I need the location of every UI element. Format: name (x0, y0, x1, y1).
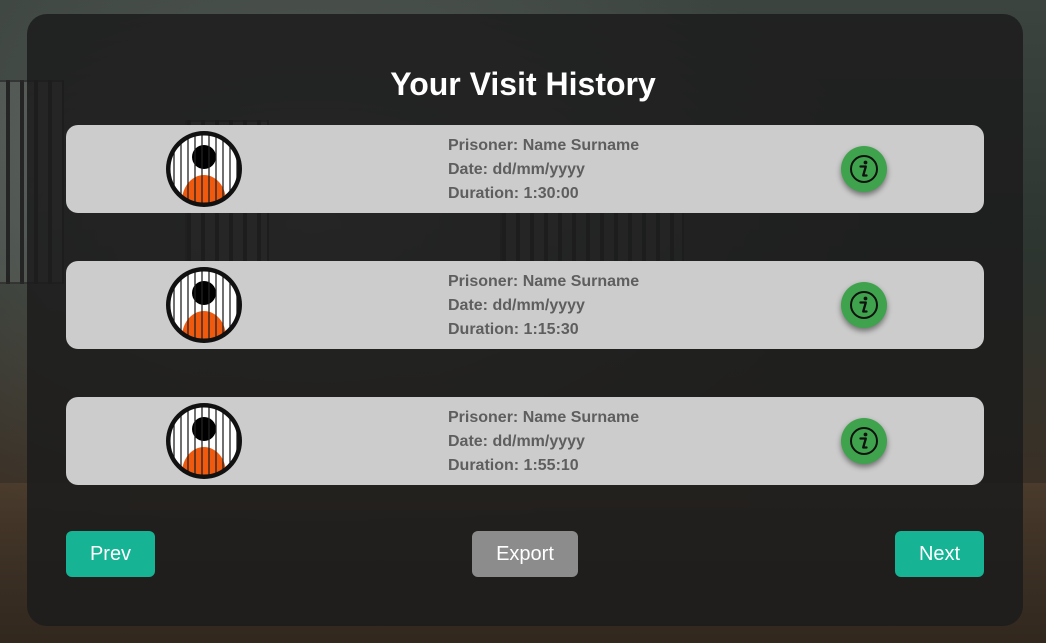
visit-card: Prisoner: Name Surname Date: dd/mm/yyyy … (66, 397, 984, 485)
visit-date: Date: dd/mm/yyyy (448, 433, 585, 450)
visit-duration: Duration: 1:55:10 (448, 457, 579, 474)
visit-duration: Duration: 1:15:30 (448, 321, 579, 338)
prisoner-name: Prisoner: Name Surname (448, 409, 640, 426)
info-button[interactable] (841, 418, 887, 464)
visit-details: Prisoner: Name Surname Date: dd/mm/yyyy … (448, 270, 639, 342)
page-title: Your Visit History (390, 66, 656, 102)
prisoner-avatar-icon (166, 403, 242, 479)
visit-details: Prisoner: Name Surname Date: dd/mm/yyyy … (448, 406, 639, 478)
visit-date: Date: dd/mm/yyyy (448, 161, 585, 178)
prisoner-avatar-icon (166, 131, 242, 207)
prisoner-avatar-icon (166, 267, 242, 343)
visit-card: Prisoner: Name Surname Date: dd/mm/yyyy … (66, 261, 984, 349)
prisoner-name: Prisoner: Name Surname (448, 273, 640, 290)
info-icon (850, 427, 878, 455)
visit-date: Date: dd/mm/yyyy (448, 297, 585, 314)
next-button[interactable]: Next (895, 531, 984, 577)
info-icon (850, 291, 878, 319)
info-button[interactable] (841, 282, 887, 328)
prisoner-name: Prisoner: Name Surname (448, 137, 640, 154)
prev-button[interactable]: Prev (66, 531, 155, 577)
visit-details: Prisoner: Name Surname Date: dd/mm/yyyy … (448, 134, 639, 206)
visit-card: Prisoner: Name Surname Date: dd/mm/yyyy … (66, 125, 984, 213)
visit-duration: Duration: 1:30:00 (448, 185, 579, 202)
info-icon (850, 155, 878, 183)
export-button[interactable]: Export (472, 531, 578, 577)
info-button[interactable] (841, 146, 887, 192)
